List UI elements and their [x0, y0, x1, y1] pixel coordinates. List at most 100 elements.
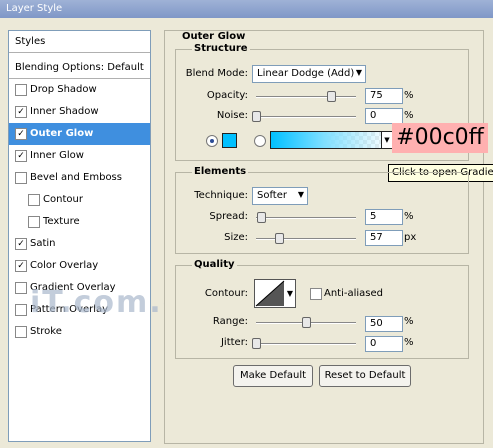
style-checkbox[interactable] — [15, 84, 27, 96]
spread-label: Spread: — [209, 211, 248, 222]
glow-color-swatch[interactable] — [222, 133, 237, 148]
style-item[interactable]: ✓ Color Overlay — [9, 255, 150, 277]
jitter-input[interactable]: 0 — [365, 336, 403, 352]
range-slider-thumb[interactable] — [302, 317, 311, 328]
size-slider-thumb[interactable] — [275, 233, 284, 244]
style-item[interactable]: Pattern Overlay — [9, 299, 150, 321]
noise-input[interactable]: 0 — [365, 108, 403, 124]
style-item-label: Stroke — [30, 326, 62, 337]
solid-color-radio[interactable] — [206, 135, 218, 147]
technique-value: Softer — [257, 190, 287, 201]
style-item[interactable]: Gradient Overlay — [9, 277, 150, 299]
noise-slider[interactable] — [256, 116, 356, 118]
blend-mode-dropdown[interactable]: Linear Dodge (Add) ▼ — [252, 65, 366, 83]
outer-glow-title: Outer Glow — [182, 31, 246, 42]
opacity-slider[interactable] — [256, 96, 356, 98]
style-checkbox[interactable]: ✓ — [15, 238, 27, 250]
jitter-label: Jitter: — [220, 337, 248, 348]
jitter-unit: % — [404, 337, 414, 348]
noise-label: Noise: — [216, 110, 248, 121]
contour-curve-icon — [255, 280, 285, 307]
style-checkbox[interactable] — [28, 194, 40, 206]
style-item-label: Gradient Overlay — [30, 282, 116, 293]
style-checkbox[interactable]: ✓ — [15, 260, 27, 272]
size-label: Size: — [224, 232, 248, 243]
gradient-radio[interactable] — [254, 135, 266, 147]
opacity-input[interactable]: 75 — [365, 88, 403, 104]
technique-dropdown[interactable]: Softer ▼ — [252, 187, 308, 205]
style-checkbox[interactable]: ✓ — [15, 150, 27, 162]
jitter-slider[interactable] — [256, 343, 356, 345]
style-item[interactable]: Drop Shadow — [9, 79, 150, 101]
anti-aliased-label: Anti-aliased — [324, 288, 384, 299]
style-item[interactable]: ✓ Satin — [9, 233, 150, 255]
size-value: 57 — [370, 232, 383, 243]
style-item[interactable]: ✓ Inner Glow — [9, 145, 150, 167]
spread-unit: % — [404, 211, 414, 222]
styles-header-label: Styles — [15, 36, 46, 47]
spread-input[interactable]: 5 — [365, 209, 403, 225]
title-bar: Layer Style — [0, 0, 493, 18]
range-value: 50 — [370, 318, 383, 329]
chevron-down-icon: ▼ — [355, 68, 362, 77]
size-unit: px — [404, 232, 417, 243]
opacity-slider-thumb[interactable] — [327, 91, 336, 102]
glow-gradient-box[interactable] — [270, 131, 390, 149]
style-item-label: Pattern Overlay — [30, 304, 109, 315]
style-item-label: Drop Shadow — [30, 84, 97, 95]
style-checkbox[interactable] — [15, 282, 27, 294]
size-slider[interactable] — [256, 238, 356, 240]
contour-picker[interactable]: ▼ — [254, 279, 296, 308]
chevron-down-icon: ▼ — [297, 190, 304, 199]
technique-label: Technique: — [194, 190, 248, 201]
style-item[interactable]: Bevel and Emboss — [9, 167, 150, 189]
style-item-label: Color Overlay — [30, 260, 99, 271]
reset-to-default-button[interactable]: Reset to Default — [319, 365, 411, 387]
styles-header[interactable]: Styles — [9, 31, 150, 53]
style-item-label: Contour — [43, 194, 83, 205]
anti-aliased-checkbox[interactable] — [310, 288, 322, 300]
spread-slider[interactable] — [256, 217, 356, 219]
size-input[interactable]: 57 — [365, 230, 403, 246]
spread-slider-thumb[interactable] — [257, 212, 266, 223]
style-item-label: Texture — [43, 216, 80, 227]
style-item-label: Satin — [30, 238, 56, 249]
jitter-slider-thumb[interactable] — [252, 338, 261, 349]
style-item[interactable]: Contour — [9, 189, 150, 211]
blending-options-item[interactable]: Blending Options: Default — [9, 57, 150, 79]
style-checkbox[interactable]: ✓ — [15, 128, 27, 140]
blending-options-label: Blending Options: Default — [15, 62, 144, 73]
blend-mode-label: Blend Mode: — [185, 68, 248, 79]
noise-unit: % — [404, 110, 414, 121]
style-item[interactable]: ✓ Inner Shadow — [9, 101, 150, 123]
window-title: Layer Style — [6, 3, 63, 14]
noise-value: 0 — [370, 110, 377, 121]
opacity-label: Opacity: — [206, 90, 248, 101]
jitter-value: 0 — [370, 338, 377, 349]
structure-title: Structure — [192, 43, 250, 54]
opacity-value: 75 — [370, 90, 383, 101]
style-checkbox[interactable] — [15, 304, 27, 316]
opacity-unit: % — [404, 90, 414, 101]
style-item[interactable]: Stroke — [9, 321, 150, 343]
style-item-label: Inner Glow — [30, 150, 84, 161]
range-label: Range: — [212, 316, 248, 327]
style-checkbox[interactable] — [28, 216, 40, 228]
blend-mode-value: Linear Dodge (Add) — [257, 68, 355, 79]
style-item[interactable]: Texture — [9, 211, 150, 233]
style-checkbox[interactable] — [15, 172, 27, 184]
style-checkbox[interactable]: ✓ — [15, 106, 27, 118]
style-item-label: Outer Glow — [30, 128, 94, 139]
styles-panel: Styles Blending Options: Default Drop Sh… — [8, 30, 151, 442]
range-input[interactable]: 50 — [365, 316, 403, 332]
range-unit: % — [404, 316, 414, 327]
make-default-button[interactable]: Make Default — [233, 365, 313, 387]
style-item-label: Inner Shadow — [30, 106, 99, 117]
noise-slider-thumb[interactable] — [252, 111, 261, 122]
hex-annotation: #00c0ff — [392, 123, 488, 153]
style-checkbox[interactable] — [15, 326, 27, 338]
quality-title: Quality — [192, 259, 237, 270]
style-item[interactable]: ✓ Outer Glow — [9, 123, 150, 145]
style-item-label: Bevel and Emboss — [30, 172, 122, 183]
contour-label: Contour: — [204, 288, 248, 299]
